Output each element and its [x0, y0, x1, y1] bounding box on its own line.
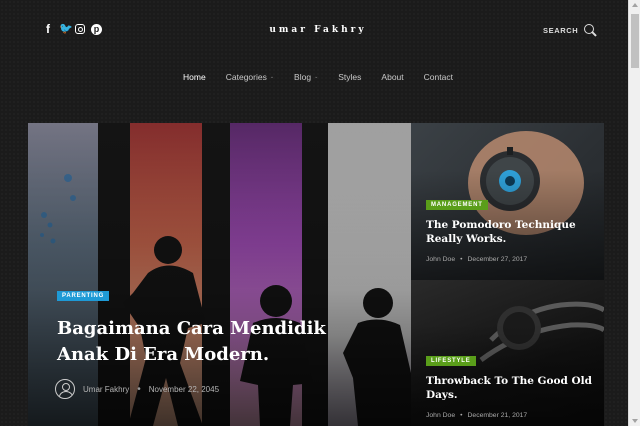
page-background: f 🐦 p umar Fakhry SEARCH Home Categories…: [0, 0, 628, 426]
meta-separator: •: [460, 256, 463, 263]
card-meta: John Doe • December 27, 2017: [426, 256, 527, 263]
post-card[interactable]: LIFESTYLE Throwback To The Good Old Days…: [411, 280, 604, 426]
nav-item-categories[interactable]: Categories ⌄: [226, 72, 274, 82]
avatar[interactable]: [55, 379, 75, 399]
scrollbar[interactable]: [628, 0, 640, 426]
nav-item-blog[interactable]: Blog ⌄: [294, 72, 318, 82]
featured-post-hero[interactable]: PARENTING Bagaimana Cara Mendidik Anak D…: [28, 123, 411, 426]
post-date: December 21, 2017: [467, 412, 528, 419]
main-nav: Home Categories ⌄ Blog ⌄ Styles About Cont…: [0, 72, 636, 82]
card-overlay: [411, 280, 604, 426]
category-badge[interactable]: PARENTING: [57, 291, 110, 301]
category-badge[interactable]: MANAGEMENT: [426, 200, 488, 210]
card-title[interactable]: Throwback To The Good Old Days.: [426, 374, 596, 402]
nav-item-about[interactable]: About: [381, 72, 403, 82]
author-name[interactable]: John Doe: [426, 256, 455, 263]
nav-item-styles[interactable]: Styles: [338, 72, 361, 82]
chevron-down-icon: ⌄: [269, 74, 275, 80]
meta-separator: •: [460, 412, 463, 419]
nav-label: Contact: [423, 72, 453, 82]
site-logo[interactable]: umar Fakhry: [0, 25, 636, 35]
card-meta: John Doe • December 21, 2017: [426, 412, 527, 419]
chevron-down-icon: ⌄: [314, 74, 319, 80]
scroll-up-icon[interactable]: [632, 3, 638, 7]
category-badge[interactable]: LIFESTYLE: [426, 356, 476, 366]
nav-item-home[interactable]: Home: [183, 72, 206, 82]
hero-title[interactable]: Bagaimana Cara Mendidik Anak Di Era Mode…: [57, 316, 357, 368]
scrollbar-thumb[interactable]: [631, 14, 639, 68]
card-title[interactable]: The Pomodoro Technique Really Works.: [426, 218, 596, 246]
author-name[interactable]: John Doe: [426, 412, 455, 419]
nav-label: Categories: [225, 72, 267, 82]
post-date: December 27, 2017: [467, 256, 528, 263]
hero-meta: Umar Fakhry • November 22, 2045: [55, 379, 219, 399]
search-label: SEARCH: [543, 26, 579, 35]
nav-item-contact[interactable]: Contact: [424, 72, 453, 82]
scroll-down-icon[interactable]: [632, 419, 638, 423]
nav-label: Styles: [338, 72, 362, 82]
nav-label: Blog: [294, 72, 312, 82]
post-card[interactable]: MANAGEMENT The Pomodoro Technique Really…: [411, 123, 604, 280]
search-icon[interactable]: [584, 24, 597, 37]
nav-label: Home: [183, 72, 206, 82]
post-date: November 22, 2045: [148, 384, 220, 394]
meta-separator: •: [137, 383, 141, 395]
nav-label: About: [381, 72, 404, 82]
author-name[interactable]: Umar Fakhry: [83, 385, 129, 394]
search-toggle[interactable]: SEARCH: [543, 24, 597, 37]
